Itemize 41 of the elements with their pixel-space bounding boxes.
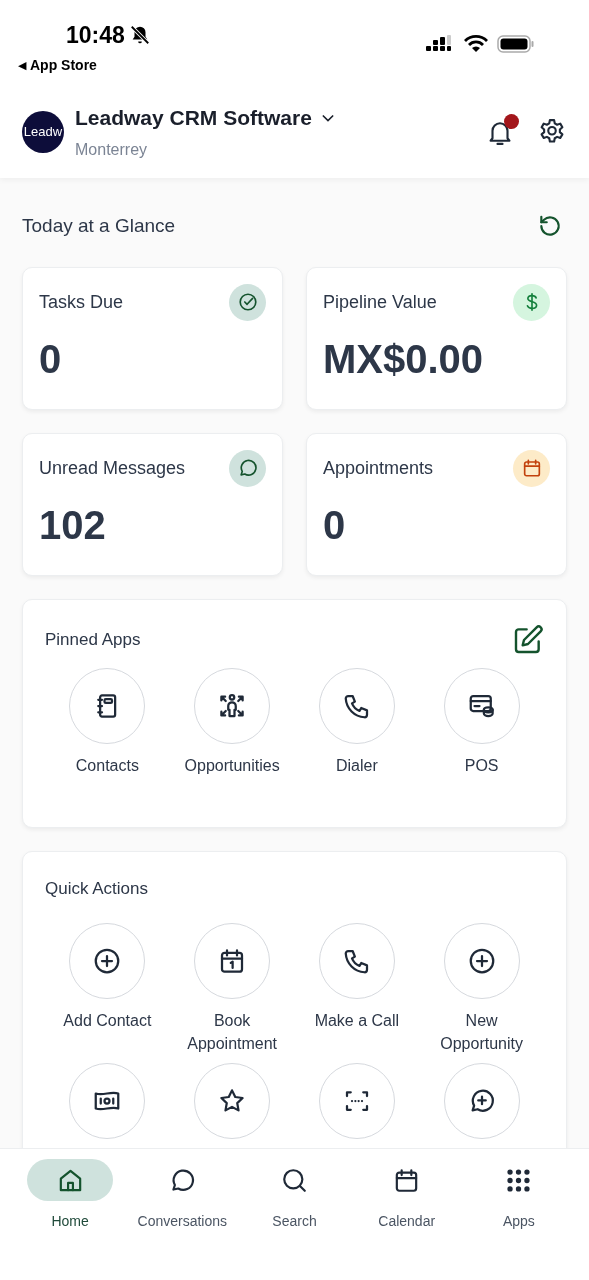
company-logo: Leadw (22, 110, 64, 153)
action-label[interactable]: New Opportunity (419, 1009, 544, 1055)
nav-tab[interactable]: Calendar (350, 1159, 463, 1232)
stat-value: 102 (39, 504, 107, 545)
clock-time: 10:48 (66, 21, 125, 50)
stat-label: Appointments (323, 456, 434, 480)
back-link[interactable]: App Store (30, 54, 97, 76)
stat-card[interactable]: Pipeline Value MX$0.00 (306, 266, 567, 410)
back-arrow[interactable]: ◀ (18, 56, 26, 74)
account-name[interactable]: Leadway CRM Software (75, 102, 312, 134)
calendar-icon (513, 449, 550, 487)
battery-icon (497, 34, 535, 54)
nav-tab[interactable]: Conversations (126, 1159, 239, 1232)
nav-tab[interactable]: Home (14, 1159, 127, 1232)
stat-card[interactable]: Tasks Due 0 (22, 266, 283, 410)
mute-bell-icon (128, 24, 151, 47)
action-label[interactable]: Contacts (71, 753, 143, 777)
action-label[interactable]: Dialer (331, 753, 382, 777)
action-label[interactable]: Opportunities (180, 753, 284, 777)
action-label[interactable]: POS (460, 753, 503, 777)
action-label[interactable]: Book Appointment (169, 1009, 295, 1055)
edit-icon[interactable] (512, 623, 544, 656)
card-title: Quick Actions (45, 877, 149, 900)
stat-label: Tasks Due (39, 290, 124, 314)
stat-value: 0 (323, 504, 347, 545)
action-label[interactable]: Make a Call (310, 1009, 404, 1032)
stat-label: Unread Messages (39, 456, 186, 480)
nav-tab[interactable]: Apps (462, 1159, 575, 1232)
card-title: Pinned Apps (45, 628, 141, 651)
stat-value: MX$0.00 (323, 338, 485, 379)
stat-value: 0 (39, 338, 63, 379)
stat-card[interactable]: Appointments 0 (306, 432, 567, 576)
location-label: Monterrey (75, 139, 149, 160)
chat-bubble-icon (229, 449, 266, 487)
stat-label: Pipeline Value (323, 290, 437, 314)
wifi-icon (463, 34, 489, 54)
section-title: Today at a Glance (22, 214, 176, 238)
stat-card[interactable]: Unread Messages 102 (22, 432, 283, 576)
dollar-icon (513, 283, 550, 321)
action-label[interactable]: Add Contact (59, 1009, 156, 1032)
nav-tab[interactable]: Search (238, 1159, 351, 1232)
